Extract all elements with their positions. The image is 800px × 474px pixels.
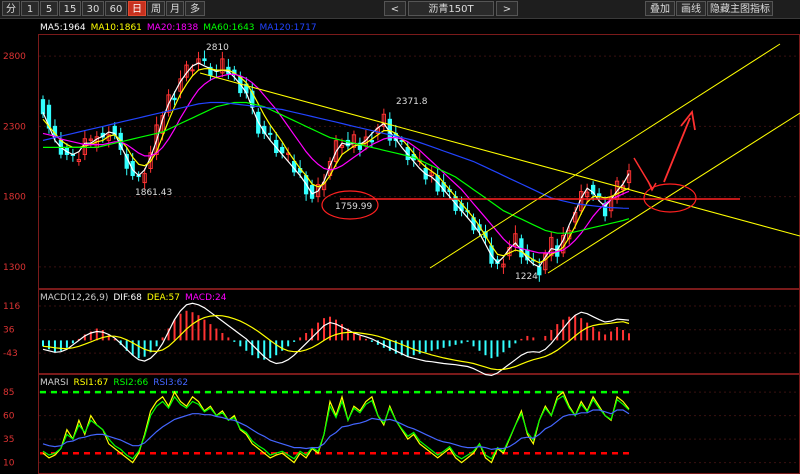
period-button-7[interactable]: 周 — [147, 1, 165, 16]
y-tick-label: 2800 — [3, 52, 26, 62]
moving-averages — [42, 62, 630, 268]
legend-item: MACD:24 — [185, 293, 227, 303]
main-legend: MA5:1964 MA10:1861 MA20:1838 MA60:1643 MA120… — [40, 23, 317, 33]
overlay-button[interactable]: 叠加 — [645, 1, 675, 16]
period-button-3[interactable]: 15 — [59, 1, 81, 16]
y-tick-label: 2300 — [3, 122, 26, 132]
legend-item: DEA:57 — [147, 293, 180, 303]
channel-upper-line[interactable] — [429, 43, 781, 269]
red-arrow-up — [663, 117, 691, 183]
high-2810-label: 2810 — [206, 43, 229, 53]
period-button-4[interactable]: 30 — [82, 1, 104, 16]
high-2371-label: 2371.8 — [396, 97, 428, 107]
y-tick-label: 85 — [3, 388, 14, 398]
period-button-9[interactable]: 多 — [185, 1, 205, 16]
period-button-6[interactable]: 日 — [128, 1, 146, 16]
y-axis-rsi: 85 60 35 10 — [3, 388, 15, 469]
legend-item: MA10:1861 — [91, 23, 142, 33]
y-tick-label: 1800 — [3, 193, 26, 203]
low-1861-label: 1861.43 — [135, 188, 172, 198]
period-button-1[interactable]: 1 — [21, 1, 39, 16]
candle-body — [190, 69, 195, 72]
candle-body — [202, 58, 207, 62]
rsi-legend: MARSI RSI1:67 RSI2:66 RSI3:62 — [40, 378, 188, 388]
legend-item: MA20:1838 — [147, 23, 199, 33]
candle-body — [40, 99, 46, 115]
y-axis-macd: 116 36 -43 — [3, 302, 20, 359]
red-arrow-down-head — [647, 180, 657, 192]
toolbar: 分 1 5 15 30 60 日周月多 < 沥青150T > 叠加 画线 隐藏主图指标 — [0, 0, 800, 19]
y-tick-label: 60 — [3, 412, 15, 422]
rsi-panel-border — [38, 374, 800, 474]
draw-line-button[interactable]: 画线 — [676, 1, 706, 16]
period-button-0[interactable]: 分 — [2, 1, 20, 16]
period-button-2[interactable]: 5 — [40, 1, 58, 16]
low-1224-label: 1224 — [515, 272, 538, 282]
legend-item: MA120:1717 — [260, 23, 317, 33]
legend-item: RSI3:62 — [153, 378, 188, 388]
legend-item: RSI2:66 — [113, 378, 148, 388]
y-tick-label: 35 — [3, 435, 14, 445]
candle-body — [280, 146, 285, 154]
period-button-5[interactable]: 60 — [105, 1, 127, 16]
candle-body — [268, 132, 273, 135]
y-tick-label: -43 — [3, 349, 18, 359]
candle-body — [537, 266, 542, 276]
candle-body — [172, 97, 177, 101]
y-tick-label: 1300 — [3, 263, 26, 273]
macd-legend: MACD(12,26,9) DIF:68 DEA:57 MACD:24 — [40, 293, 227, 303]
grid — [39, 55, 799, 464]
instrument-title: 沥青150T — [408, 1, 494, 16]
chart-canvas: 2800230018001300 11636-43 85603510 2810 … — [3, 23, 800, 474]
hide-indicators-button[interactable]: 隐藏主图指标 — [707, 1, 773, 16]
support-price-label: 1759.99 — [335, 202, 372, 212]
period-button-8[interactable]: 月 — [166, 1, 184, 16]
candle-body — [369, 139, 375, 143]
legend-item: MA60:1643 — [203, 23, 254, 33]
y-axis-main: 2800 2300 1800 1300 — [3, 52, 26, 273]
macd-histogram — [41, 310, 631, 360]
prev-instrument-button[interactable]: < — [384, 1, 406, 16]
y-tick-label: 10 — [3, 459, 15, 469]
legend-item: DIF:68 — [113, 293, 142, 303]
y-tick-label: 116 — [3, 302, 20, 312]
rsi-line-rsi2 — [42, 395, 630, 460]
y-tick-label: 36 — [3, 326, 15, 336]
next-instrument-button[interactable]: > — [496, 1, 518, 16]
legend-item: MARSI — [40, 378, 69, 388]
legend-item: RSI1:67 — [74, 378, 109, 388]
legend-item: MA5:1964 — [40, 23, 86, 33]
legend-item: MACD(12,26,9) — [40, 293, 108, 303]
